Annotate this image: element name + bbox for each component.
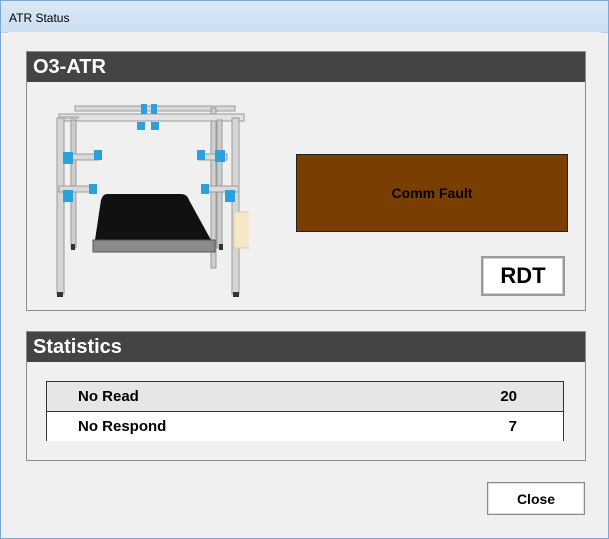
atr-scanner-image: [56, 104, 249, 297]
title-bar[interactable]: ATR Status: [1, 1, 608, 33]
atr-status-window: ATR Status O3-ATR Comm Fault RDT Statist…: [0, 0, 609, 539]
stat-value-no-respond: 7: [508, 418, 517, 435]
atr-panel: O3-ATR Comm Fault RDT: [26, 51, 586, 311]
comm-status-indicator: Comm Fault: [296, 154, 568, 232]
statistics-panel: Statistics No Read 20 No Respond 7: [26, 331, 586, 461]
statistics-panel-header: Statistics: [27, 332, 585, 362]
window-title: ATR Status: [9, 11, 70, 25]
dialog-body: O3-ATR Comm Fault RDT Statistics No Read…: [8, 32, 601, 532]
statistics-table: No Read 20 No Respond 7: [46, 381, 564, 441]
rdt-button[interactable]: RDT: [481, 256, 565, 296]
comm-status-text: Comm Fault: [391, 185, 473, 201]
stat-label-no-respond: No Respond: [78, 418, 167, 435]
atr-panel-header: O3-ATR: [27, 52, 585, 82]
table-row: No Read 20: [47, 382, 563, 412]
close-button[interactable]: Close: [487, 482, 585, 515]
table-row: No Respond 7: [47, 412, 563, 441]
stat-value-no-read: 20: [500, 388, 517, 405]
stat-label-no-read: No Read: [78, 388, 139, 405]
